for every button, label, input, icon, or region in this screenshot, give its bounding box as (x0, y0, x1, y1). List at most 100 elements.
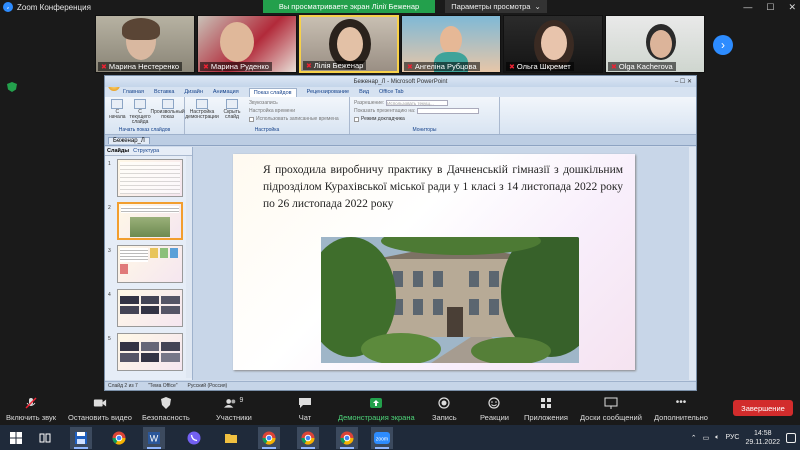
taskbar-app-chrome-4[interactable] (336, 427, 358, 449)
minimize-icon[interactable]: — (743, 2, 752, 12)
slide-text[interactable]: Я проходила виробничу практику в Дачненс… (263, 162, 623, 213)
current-slide[interactable]: Я проходила виробничу практику в Дачненс… (233, 154, 635, 370)
chevron-down-icon: ⌄ (534, 2, 541, 11)
participant-tile[interactable]: ✖ Ольга Шкремет (503, 15, 603, 73)
ppt-ribbon: С начала С текущего слайда Произвольный … (105, 97, 696, 135)
tab-slides[interactable]: Слайды (107, 148, 129, 154)
encryption-shield-icon[interactable] (7, 82, 17, 92)
ribbon-group-label: Начать показ слайдов (118, 127, 171, 133)
resolution-dropdown[interactable]: Использовать текущ... (386, 100, 449, 106)
end-meeting-button[interactable]: Завершение (733, 400, 793, 416)
tab-view[interactable]: Вид (359, 89, 369, 95)
chat-button[interactable]: Чат (298, 397, 312, 422)
tab-insert[interactable]: Вставка (154, 89, 174, 95)
taskbar-app-zoom[interactable]: zoom (371, 427, 393, 449)
shield-icon (160, 397, 171, 409)
tab-design[interactable]: Дизайн (184, 89, 203, 95)
taskbar-app-viber[interactable] (183, 427, 205, 449)
apps-button[interactable]: Приложения (524, 397, 568, 422)
taskbar-app-explorer[interactable] (220, 427, 242, 449)
security-button[interactable]: Безопасность (142, 397, 190, 422)
taskbar-app-chrome[interactable] (108, 427, 130, 449)
participant-tile[interactable]: ✖ Olga Kacherova (605, 15, 705, 73)
ppt-workspace: Слайды Структура 1 2 3 4 5 Я проходила в… (105, 147, 696, 380)
school-building-image (321, 237, 579, 363)
maximize-icon[interactable]: ☐ (766, 2, 774, 13)
slide-editor: Я проходила виробничу практику в Дачненс… (193, 147, 696, 380)
slide-thumbnail[interactable] (117, 245, 183, 283)
tab-home[interactable]: Главная (123, 89, 144, 95)
use-timings-checkbox[interactable]: Использовать записанные времена (249, 115, 339, 123)
slide-thumbnail[interactable] (117, 289, 183, 327)
language-indicator[interactable]: РУС (725, 434, 739, 441)
slide-thumbnail[interactable] (117, 333, 183, 371)
stop-video-label: Остановить видео (68, 413, 132, 422)
tab-office-tab[interactable]: Office Tab (379, 89, 404, 95)
taskbar-app-chrome-3[interactable] (297, 427, 319, 449)
whiteboards-label: Доски сообщений (580, 413, 642, 422)
participant-name: Olga Kacherova (618, 62, 673, 71)
document-tab[interactable]: Беженар_Л (108, 136, 150, 144)
mic-muted-icon (25, 397, 37, 409)
participant-name: Ольга Шкремет (516, 62, 571, 71)
more-button[interactable]: ••• Дополнительно (654, 397, 708, 422)
mic-muted-icon: ✖ (101, 63, 107, 71)
participants-button[interactable]: 9 Участники (216, 397, 252, 422)
tab-outline[interactable]: Структура (133, 148, 159, 154)
tab-animation[interactable]: Анимация (213, 89, 239, 95)
participant-tile[interactable]: ✖ Ангеліна Рубцова (401, 15, 501, 73)
video-camera-icon (93, 399, 107, 407)
start-button[interactable] (5, 427, 27, 449)
show-on-dropdown[interactable] (417, 108, 480, 114)
setup-show-label: Настройка демонстрации (185, 109, 219, 120)
share-screen-button[interactable]: Демонстрация экрана (338, 397, 415, 422)
record-button[interactable]: Запись (432, 397, 457, 422)
rehearse-option[interactable]: Настройка времени (249, 107, 339, 115)
ribbon-group-label: Мониторы (412, 127, 437, 133)
system-tray: ⌃ ▭ 🔈︎ РУС 14:58 29.11.2022 (691, 425, 796, 450)
task-view-button[interactable] (34, 427, 56, 449)
slide-number: 4 (108, 292, 111, 298)
slide-number: 2 (108, 205, 111, 211)
next-participants-button[interactable]: › (713, 35, 733, 55)
more-label: Дополнительно (654, 413, 708, 422)
participant-tile[interactable]: ✖ Марина Нестеренко (95, 15, 195, 73)
slide-editor-scrollbar[interactable] (689, 147, 696, 380)
notifications-icon[interactable] (786, 432, 796, 443)
word-icon: W (148, 432, 160, 444)
view-options-button[interactable]: Параметры просмотра ⌄ (445, 0, 547, 13)
resolution-label: Разрешение: (354, 100, 385, 106)
stop-video-button[interactable]: Остановить видео (68, 397, 132, 422)
tab-slideshow[interactable]: Показ слайдов (248, 87, 297, 97)
ribbon-group-setup: Настройка демонстрации Скрыть слайд Звук… (185, 97, 350, 134)
share-screen-icon (370, 398, 383, 408)
ribbon-group-start: С начала С текущего слайда Произвольный … (105, 97, 185, 134)
taskbar-app-word[interactable]: W (143, 427, 165, 449)
school-photo[interactable] (321, 237, 579, 363)
clock[interactable]: 14:58 29.11.2022 (745, 429, 780, 447)
taskbar-app-save[interactable] (70, 427, 92, 449)
presenter-view-checkbox[interactable]: Режим докладчика (354, 115, 495, 123)
tab-review[interactable]: Рецензирование (307, 89, 349, 95)
close-icon[interactable]: ✕ (788, 2, 796, 13)
slide-thumbnail[interactable] (117, 159, 183, 197)
chevron-up-icon[interactable]: ⌃ (691, 434, 697, 442)
slide-thumbnail-selected[interactable] (117, 202, 183, 240)
viber-icon (187, 431, 201, 445)
slides-pane-scrollbar[interactable] (186, 156, 192, 378)
participant-tile[interactable]: ✖ Марина Руденко (197, 15, 297, 73)
taskbar-app-chrome-2[interactable] (258, 427, 280, 449)
participant-tile-active[interactable]: ✖ Лілія Беженар (299, 15, 399, 73)
volume-icon[interactable]: 🔈︎ (715, 434, 719, 442)
chat-label: Чат (298, 413, 312, 422)
participants-strip: ✖ Марина Нестеренко ✖ Марина Руденко ✖ Лілі… (95, 15, 705, 73)
unmute-button[interactable]: Включить звук (6, 397, 56, 422)
hide-slide-icon (226, 99, 238, 109)
participants-count: 9 (239, 397, 244, 404)
slide-number: 5 (108, 336, 111, 342)
reactions-button[interactable]: Реакции (480, 397, 509, 422)
network-icon[interactable]: ▭ (703, 434, 710, 442)
whiteboards-button[interactable]: Доски сообщений (580, 397, 642, 422)
record-icon (438, 397, 450, 409)
record-option[interactable]: Звукозапись (249, 99, 339, 107)
